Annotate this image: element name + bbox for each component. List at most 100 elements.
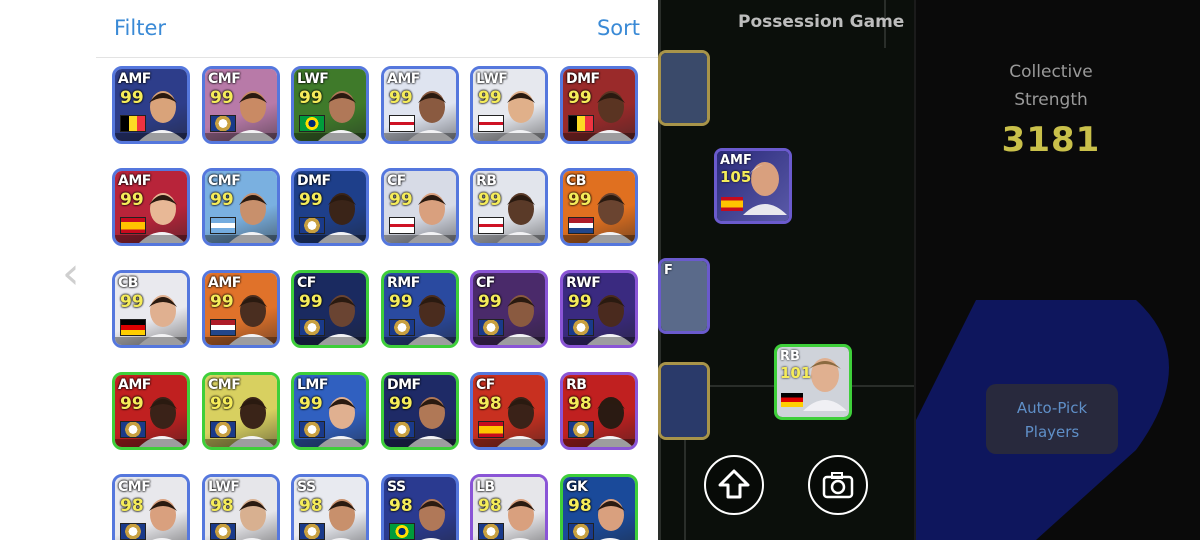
player-card[interactable]: DMF 99 xyxy=(381,372,459,450)
card-background xyxy=(661,53,707,123)
filter-button[interactable]: Filter xyxy=(114,16,166,40)
club-flag-icon xyxy=(568,421,594,438)
card-footer-strip xyxy=(205,337,277,345)
player-card[interactable]: CMF 98 xyxy=(112,474,190,540)
spain-flag-icon xyxy=(120,217,146,234)
player-rating: 99 xyxy=(389,394,413,414)
player-card[interactable]: RWF 99 xyxy=(560,270,638,348)
panel-header: Filter Sort xyxy=(96,0,658,58)
club-flag-icon xyxy=(120,421,146,438)
player-card[interactable]: CMF 99 xyxy=(202,372,280,450)
player-position: GK xyxy=(566,479,588,495)
field-player-card[interactable] xyxy=(658,50,710,126)
field-player-card[interactable] xyxy=(658,362,710,440)
club-flag-icon xyxy=(478,523,504,540)
player-card[interactable]: SS 98 xyxy=(381,474,459,540)
player-rating: 98 xyxy=(120,496,144,516)
england-flag-icon xyxy=(389,217,415,234)
player-rating: 99 xyxy=(120,190,144,210)
player-list-panel: Filter Sort AMF 99 CMF 99 LWF 99 AMF 99 LWF 99 DMF… xyxy=(96,0,658,540)
player-card[interactable]: RB 99 xyxy=(470,168,548,246)
field-player-card[interactable]: RB 101 xyxy=(774,344,852,420)
field-player-card[interactable]: F xyxy=(658,258,710,334)
player-card[interactable]: CB 99 xyxy=(560,168,638,246)
player-card[interactable]: LB 98 xyxy=(470,474,548,540)
player-card[interactable]: AMF 99 xyxy=(202,270,280,348)
player-card[interactable]: RMF 99 xyxy=(381,270,459,348)
card-footer-strip xyxy=(294,439,366,447)
player-card[interactable]: SS 98 xyxy=(291,474,369,540)
player-rating: 99 xyxy=(210,88,234,108)
player-card[interactable]: RB 98 xyxy=(560,372,638,450)
player-card[interactable]: CB 99 xyxy=(112,270,190,348)
player-rating: 99 xyxy=(478,292,502,312)
arrow-up-icon xyxy=(718,469,750,499)
player-rating: 99 xyxy=(568,190,592,210)
player-card[interactable]: CF 99 xyxy=(381,168,459,246)
player-rating: 99 xyxy=(210,292,234,312)
player-card[interactable]: DMF 99 xyxy=(560,66,638,144)
player-rating: 99 xyxy=(478,190,502,210)
card-footer-strip xyxy=(384,235,456,243)
player-position: CF xyxy=(476,275,495,291)
player-rating: 99 xyxy=(299,88,323,108)
player-card[interactable]: LMF 99 xyxy=(291,372,369,450)
player-card[interactable]: CMF 99 xyxy=(202,168,280,246)
card-footer-strip xyxy=(115,337,187,345)
player-position: AMF xyxy=(118,71,151,87)
player-position: CF xyxy=(387,173,406,189)
auto-pick-button[interactable]: Auto-Pick Players xyxy=(986,384,1118,454)
player-card[interactable]: CMF 99 xyxy=(202,66,280,144)
card-footer-strip xyxy=(294,133,366,141)
card-footer-strip xyxy=(115,133,187,141)
player-card[interactable]: LWF 99 xyxy=(470,66,548,144)
player-card[interactable]: CF 98 xyxy=(470,372,548,450)
player-position: CMF xyxy=(208,377,241,393)
player-position: CMF xyxy=(118,479,151,495)
player-card[interactable]: DMF 99 xyxy=(291,168,369,246)
field-player-card[interactable]: AMF 105 xyxy=(714,148,792,224)
card-footer-strip xyxy=(205,133,277,141)
card-footer-strip xyxy=(384,133,456,141)
camera-button[interactable] xyxy=(808,455,868,515)
upload-button[interactable] xyxy=(704,455,764,515)
club-flag-icon xyxy=(210,421,236,438)
card-footer-strip xyxy=(563,235,635,243)
player-position: CMF xyxy=(208,173,241,189)
england-flag-icon xyxy=(478,115,504,132)
player-card[interactable]: CF 99 xyxy=(291,270,369,348)
player-card[interactable]: GK 98 xyxy=(560,474,638,540)
player-position: AMF xyxy=(720,153,752,168)
player-rating: 99 xyxy=(389,292,413,312)
club-flag-icon xyxy=(210,115,236,132)
player-card[interactable]: AMF 99 xyxy=(112,372,190,450)
spain-flag-icon xyxy=(721,197,743,211)
sort-button[interactable]: Sort xyxy=(597,16,640,40)
germany-flag-icon xyxy=(781,393,803,407)
player-position: CB xyxy=(566,173,586,189)
club-flag-icon xyxy=(568,319,594,336)
player-card[interactable]: LWF 98 xyxy=(202,474,280,540)
card-footer-strip xyxy=(473,133,545,141)
player-card[interactable]: AMF 99 xyxy=(381,66,459,144)
back-chevron-icon[interactable]: ‹ xyxy=(62,252,80,296)
player-position: LMF xyxy=(297,377,328,393)
spain-flag-icon xyxy=(478,421,504,438)
player-position: RB xyxy=(476,173,497,189)
club-flag-icon xyxy=(210,523,236,540)
mode-title: Possession Game xyxy=(738,12,905,32)
left-margin xyxy=(0,0,96,540)
player-card[interactable]: AMF 99 xyxy=(112,66,190,144)
player-card[interactable]: AMF 99 xyxy=(112,168,190,246)
strength-label: Collective xyxy=(1009,62,1093,82)
player-card[interactable]: LWF 99 xyxy=(291,66,369,144)
brazil-flag-icon xyxy=(389,523,415,540)
player-position: LWF xyxy=(297,71,329,87)
player-card[interactable]: CF 99 xyxy=(470,270,548,348)
player-rating: 99 xyxy=(389,190,413,210)
strength-label: Strength xyxy=(1014,90,1088,110)
player-position: SS xyxy=(387,479,406,495)
player-position: RMF xyxy=(387,275,420,291)
club-flag-icon xyxy=(389,319,415,336)
player-rating: 99 xyxy=(568,292,592,312)
